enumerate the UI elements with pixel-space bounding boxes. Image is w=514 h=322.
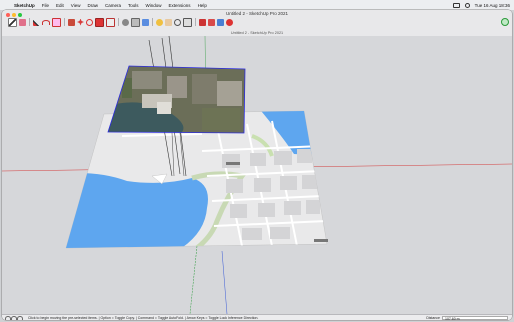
sketchup-window: Untitled 2 - SketchUp Pro 2021 Untitled … — [2, 10, 512, 320]
status-bar: Click to begin moving the pre-selected i… — [2, 314, 512, 320]
toolbar-separator — [195, 18, 196, 26]
layout-icon[interactable] — [217, 18, 224, 26]
geo-location-icon[interactable] — [5, 316, 11, 320]
toolbar-separator — [152, 18, 153, 26]
search-tools-icon[interactable] — [501, 18, 509, 26]
document-subtitle: Untitled 2 - SketchUp Pro 2021 — [230, 31, 284, 35]
model-info-icon[interactable] — [226, 18, 233, 26]
measurement-label: Distance — [426, 316, 440, 320]
orbit-icon[interactable] — [156, 18, 163, 26]
menu-help[interactable]: Help — [198, 3, 207, 8]
menu-extensions[interactable]: Extensions — [169, 3, 191, 8]
rotate-icon[interactable] — [86, 18, 93, 26]
menu-tools[interactable]: Tools — [128, 3, 139, 8]
satellite-image-selected[interactable] — [102, 64, 252, 139]
toolbar-separator — [29, 18, 30, 26]
main-toolbar — [8, 16, 233, 28]
zoom-extents-icon[interactable] — [183, 17, 192, 27]
menu-view[interactable]: View — [71, 3, 81, 8]
menu-extras: Tue 16 Aug 18:36 — [452, 0, 510, 10]
blue-axis — [221, 250, 228, 314]
extension-warehouse-icon[interactable] — [208, 18, 215, 26]
screen: SketchUp File Edit View Draw Camera Tool… — [0, 0, 514, 322]
pencil-icon[interactable] — [33, 18, 40, 26]
select-icon[interactable] — [8, 17, 17, 27]
zoom-icon[interactable] — [174, 18, 181, 26]
control-center-icon[interactable] — [452, 2, 460, 8]
rectangle-icon[interactable] — [52, 17, 61, 27]
model-viewport[interactable] — [2, 36, 512, 314]
user-icon[interactable] — [17, 316, 23, 320]
green-axis — [189, 245, 198, 314]
menu-edit[interactable]: Edit — [56, 3, 64, 8]
toolbar-separator — [118, 18, 119, 26]
tape-measure-icon[interactable] — [122, 18, 129, 26]
paint-bucket-icon[interactable] — [142, 18, 149, 26]
toolbar-separator — [64, 18, 65, 26]
warehouse-icon[interactable] — [199, 18, 206, 26]
clock[interactable]: Tue 16 Aug 18:36 — [475, 3, 510, 8]
offset-icon[interactable] — [106, 17, 115, 27]
scale-icon[interactable] — [95, 17, 104, 27]
eraser-icon[interactable] — [19, 18, 26, 26]
menu-draw[interactable]: Draw — [87, 3, 98, 8]
arc-icon[interactable] — [42, 19, 50, 25]
menu-window[interactable]: Window — [146, 3, 162, 8]
map-attribution — [314, 239, 328, 242]
menu-bar: SketchUp File Edit View Draw Camera Tool… — [0, 0, 514, 10]
menu-file[interactable]: File — [42, 3, 49, 8]
measurement-input[interactable]: 107.60 m — [442, 315, 508, 320]
menu-app-name[interactable]: SketchUp — [14, 3, 35, 8]
pan-icon[interactable] — [165, 18, 172, 26]
title-bar: Untitled 2 - SketchUp Pro 2021 Untitled … — [2, 10, 512, 37]
map-scale-label — [226, 162, 240, 165]
menu-camera[interactable]: Camera — [105, 3, 121, 8]
status-hint: Click to begin moving the pre-selected i… — [28, 316, 259, 320]
move-icon[interactable] — [77, 18, 84, 26]
text-icon[interactable] — [131, 17, 140, 27]
map-water-area — [66, 172, 208, 248]
push-pull-icon[interactable] — [68, 18, 75, 26]
viewport-canvas[interactable] — [2, 36, 512, 314]
search-icon[interactable] — [464, 2, 470, 8]
credits-icon[interactable] — [11, 316, 17, 320]
